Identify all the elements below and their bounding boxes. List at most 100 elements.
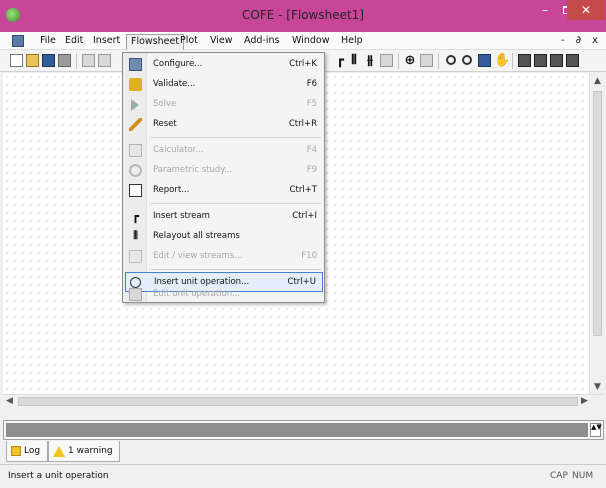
menu-item-shortcut: F4 <box>306 145 317 155</box>
print-setup-icon[interactable] <box>550 54 563 67</box>
scroll-left-icon[interactable]: ◀ <box>6 396 13 406</box>
pan-hand-icon[interactable]: ✋ <box>494 54 510 67</box>
menu-item-shortcut: F6 <box>306 79 317 89</box>
parametric-icon <box>129 164 142 177</box>
menu-item-edit-unit-operation[interactable]: Edit unit operation... <box>125 285 323 305</box>
menu-item-label: Edit unit operation... <box>153 289 241 299</box>
tab-log[interactable]: Log <box>6 441 48 462</box>
menu-item-parametric-study[interactable]: Parametric study... F9 <box>125 161 323 181</box>
toolbar-separator <box>76 53 77 69</box>
menu-bar: File Edit Insert Flowsheet Plot View Add… <box>0 32 606 51</box>
tab-warning-label: 1 warning <box>68 446 113 456</box>
message-area[interactable] <box>6 423 588 437</box>
configure-toolbar-icon[interactable] <box>58 54 71 67</box>
tab-warning[interactable]: 1 warning <box>48 441 120 462</box>
window-title: COFE - [Flowsheet1] <box>242 8 364 22</box>
title-bar: COFE - [Flowsheet1] – ✕ <box>0 0 606 32</box>
menu-item-label: Report... <box>153 185 190 195</box>
print-icon[interactable] <box>518 54 531 67</box>
open-icon[interactable] <box>26 54 39 67</box>
scroll-down-icon[interactable]: ▼ <box>594 382 601 392</box>
message-spinner[interactable]: ▲▼ <box>590 423 602 437</box>
horizontal-scrollbar[interactable]: ◀ ▶ <box>3 394 604 408</box>
caps-lock-indicator: CAP <box>550 471 568 481</box>
edit-unit-toolbar-icon[interactable] <box>420 54 433 67</box>
menu-item-insert-stream[interactable]: ┏ Insert stream Ctrl+I <box>125 207 323 227</box>
menu-separator <box>151 137 321 138</box>
menu-item-solve[interactable]: Solve F5 <box>125 95 323 115</box>
menu-item-report[interactable]: Report... Ctrl+T <box>125 181 323 201</box>
menu-add-ins[interactable]: Add-ins <box>240 34 283 49</box>
menu-item-configure[interactable]: Configure... Ctrl+K <box>125 55 323 75</box>
status-bar: Insert a unit operation CAP NUM <box>0 464 606 488</box>
menu-edit[interactable]: Edit <box>61 34 87 49</box>
menu-item-shortcut: F5 <box>306 99 317 109</box>
validate-icon <box>129 78 142 91</box>
menu-item-label: Insert stream <box>153 211 210 221</box>
stream-split-icon[interactable]: ⫵ <box>364 54 376 67</box>
toolbar-separator <box>512 53 513 69</box>
toolbar-separator <box>438 53 439 69</box>
flowsheet-menu: Configure... Ctrl+K Validate... F6 Solve… <box>122 52 325 303</box>
stream-icon: ┏ <box>131 209 140 223</box>
print-preview-icon[interactable] <box>534 54 547 67</box>
menu-item-relayout-streams[interactable]: ⫴ Relayout all streams <box>125 227 323 247</box>
menu-item-shortcut: Ctrl+I <box>292 211 317 221</box>
save-icon[interactable] <box>42 54 55 67</box>
mdi-controls[interactable]: - ∂ x <box>561 35 602 46</box>
horizontal-scroll-thumb[interactable] <box>18 397 578 406</box>
copy-icon[interactable] <box>98 54 111 67</box>
menu-item-validate[interactable]: Validate... F6 <box>125 75 323 95</box>
menu-help[interactable]: Help <box>337 34 367 49</box>
status-message: Insert a unit operation <box>8 471 109 481</box>
edit-streams-icon <box>129 250 142 263</box>
menu-item-label: Parametric study... <box>153 165 233 175</box>
solve-icon <box>131 99 139 111</box>
document-icon[interactable] <box>12 35 24 47</box>
menu-item-reset[interactable]: Reset Ctrl+R <box>125 115 323 135</box>
reset-icon <box>129 118 142 131</box>
insert-stream-toolbar-icon[interactable]: ┏ <box>334 54 346 67</box>
scroll-up-icon[interactable]: ▲ <box>594 76 601 86</box>
menu-plot[interactable]: Plot <box>176 34 202 49</box>
zoom-fit-icon[interactable] <box>478 54 491 67</box>
menu-view[interactable]: View <box>206 34 237 49</box>
scroll-right-icon[interactable]: ▶ <box>581 396 588 406</box>
menu-item-label: Relayout all streams <box>153 231 240 241</box>
menu-separator <box>151 203 321 204</box>
toolbar-separator <box>398 53 399 69</box>
edit-streams-toolbar-icon[interactable] <box>380 54 393 67</box>
zoom-in-icon[interactable] <box>446 55 456 65</box>
cofe-window: COFE - [Flowsheet1] – ✕ File Edit Insert… <box>0 0 606 488</box>
vertical-scrollbar[interactable]: ▲ ▼ <box>589 73 604 394</box>
menu-item-label: Edit / view streams... <box>153 251 243 261</box>
menu-item-shortcut: Ctrl+R <box>288 119 317 129</box>
menu-insert[interactable]: Insert <box>89 34 124 49</box>
menu-file[interactable]: File <box>36 34 60 49</box>
menu-separator <box>151 269 321 270</box>
menu-item-edit-streams[interactable]: Edit / view streams... F10 <box>125 247 323 267</box>
menu-item-shortcut: Ctrl+K <box>289 59 317 69</box>
vertical-scroll-thumb[interactable] <box>593 91 602 336</box>
zoom-out-icon[interactable] <box>462 55 472 65</box>
message-panel: ▲▼ <box>3 420 604 440</box>
menu-item-shortcut: Ctrl+T <box>289 185 317 195</box>
calculator-icon <box>129 144 142 157</box>
configure-icon <box>129 58 142 71</box>
insert-unit-toolbar-icon[interactable]: ⊕ <box>404 54 416 67</box>
new-icon[interactable] <box>10 54 23 67</box>
menu-item-shortcut: F9 <box>306 165 317 175</box>
menu-item-label: Reset <box>153 119 177 129</box>
menu-item-shortcut: F10 <box>301 251 317 261</box>
close-button[interactable]: ✕ <box>567 0 605 20</box>
num-lock-indicator: NUM <box>572 471 594 481</box>
relayout-streams-toolbar-icon[interactable]: ⫴ <box>348 54 360 67</box>
menu-item-label: Configure... <box>153 59 203 69</box>
menu-window[interactable]: Window <box>288 34 333 49</box>
relayout-icon: ⫴ <box>133 229 138 242</box>
menu-item-label: Validate... <box>153 79 196 89</box>
menu-item-calculator[interactable]: Calculator... F4 <box>125 141 323 161</box>
export-icon[interactable] <box>566 54 579 67</box>
cut-icon[interactable] <box>82 54 95 67</box>
menu-item-label: Calculator... <box>153 145 204 155</box>
